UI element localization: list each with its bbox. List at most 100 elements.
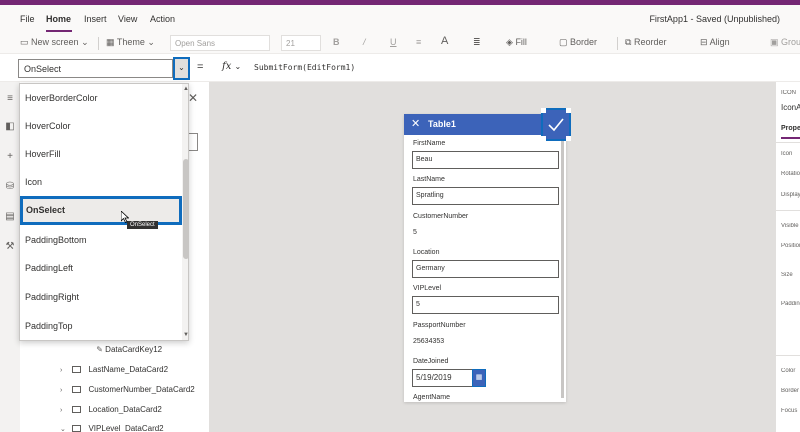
italic-icon[interactable]: /: [363, 37, 366, 47]
align-icon: ⊟: [700, 37, 708, 47]
formula-bar: OnSelect ⌄ = fx ⌄ SubmitForm(EditForm1): [0, 54, 800, 82]
formula-input[interactable]: SubmitForm(EditForm1): [254, 63, 355, 72]
font-size-select[interactable]: 21: [281, 35, 321, 51]
tab-properties[interactable]: Properties: [781, 125, 800, 132]
datejoined-picker[interactable]: 5/19/2019: [412, 369, 476, 387]
theme-icon: ▦: [106, 37, 115, 47]
control-name[interactable]: IconAccept: [781, 103, 800, 112]
property-select[interactable]: OnSelect: [18, 59, 173, 78]
property-option[interactable]: HoverFill: [20, 140, 182, 168]
resize-handle[interactable]: [541, 136, 546, 141]
property-option[interactable]: PaddingBottom: [20, 226, 182, 254]
property-option[interactable]: PaddingRight: [20, 283, 182, 311]
field-label-passportnumber: PassportNumber: [413, 322, 466, 329]
menu-home[interactable]: Home: [46, 14, 71, 24]
tree-item-datacardkey12[interactable]: ✎ DataCardKey12: [84, 345, 162, 354]
close-icon[interactable]: ✕: [188, 91, 198, 105]
tree-item-viplevel-datacard[interactable]: ⌄ VIPLevel_DataCard2: [60, 424, 164, 432]
strikethrough-icon[interactable]: ≡: [416, 37, 421, 47]
data-icon[interactable]: ⛁: [5, 182, 15, 192]
property-option[interactable]: PaddingLeft: [20, 254, 182, 282]
font-color-icon[interactable]: A: [441, 35, 448, 47]
scroll-up-icon[interactable]: ▲: [183, 86, 188, 92]
chevron-down-icon: ⌄: [147, 37, 155, 47]
property-option[interactable]: Icon: [20, 168, 182, 196]
reorder-button[interactable]: ⧉ Reorder: [625, 37, 666, 48]
resize-handle[interactable]: [566, 108, 571, 113]
tree-item-location-datacard[interactable]: › Location_DataCard2: [60, 405, 162, 414]
prop-row-focus: Focus: [781, 408, 798, 414]
property-option[interactable]: HoverColor: [20, 112, 182, 140]
text-align-icon[interactable]: ≣: [473, 37, 481, 48]
align-button[interactable]: ⊟ Align: [700, 37, 730, 48]
prop-row-icon: Icon: [781, 151, 793, 157]
prop-row-border: Border: [781, 388, 800, 394]
checkmark-icon: [548, 118, 564, 132]
property-option[interactable]: HoverBorderColor: [20, 84, 182, 112]
group-button[interactable]: ▣ Group: [770, 37, 800, 48]
menu-view[interactable]: View: [118, 14, 137, 24]
reorder-label: Reorder: [633, 37, 667, 47]
property-option-selected[interactable]: OnSelect: [20, 196, 182, 225]
firstname-input[interactable]: Beau: [412, 151, 559, 169]
chevron-right-icon[interactable]: ›: [60, 367, 70, 374]
toolbar-divider: [98, 37, 99, 50]
control-type-label: ICON: [781, 90, 796, 96]
prop-row-visible: Visible: [781, 223, 799, 229]
calendar-button[interactable]: ▦: [472, 369, 486, 387]
new-screen-button[interactable]: ▭ New screen ⌄: [20, 37, 89, 48]
font-family-select[interactable]: Open Sans: [170, 35, 270, 51]
border-icon: ▢: [559, 37, 568, 47]
tools-icon[interactable]: ⚒: [5, 242, 15, 252]
card-icon: [72, 366, 82, 373]
chevron-right-icon[interactable]: ›: [60, 407, 70, 414]
document-title: FirstApp1 - Saved (Unpublished): [649, 14, 780, 24]
tree-item-lastname-datacard[interactable]: › LastName_DataCard2: [60, 365, 168, 374]
chevron-down-icon[interactable]: ⌄: [60, 425, 70, 432]
tree-item-customernumber-datacard[interactable]: › CustomerNumber_DataCard2: [60, 385, 195, 394]
fx-button[interactable]: fx ⌄: [222, 61, 241, 72]
chevron-right-icon[interactable]: ›: [60, 387, 70, 394]
group-label: Group: [781, 37, 800, 47]
underline-icon[interactable]: U: [390, 37, 397, 47]
prop-row-color: Color: [781, 368, 796, 374]
border-button[interactable]: ▢ Border: [559, 37, 597, 48]
tree-item-label: VIPLevel_DataCard2: [88, 424, 164, 432]
field-label-viplevel: VIPLevel: [413, 285, 442, 292]
border-label: Border: [570, 37, 598, 47]
chevron-down-icon: ⌄: [234, 62, 242, 71]
submit-checkmark-button[interactable]: [541, 108, 571, 141]
menu-file[interactable]: File: [20, 14, 35, 24]
form-scrollbar[interactable]: [561, 138, 564, 398]
new-screen-label: New screen: [31, 37, 79, 47]
cancel-icon[interactable]: ✕: [411, 117, 420, 130]
resize-handle[interactable]: [566, 136, 571, 141]
bold-button[interactable]: B: [333, 37, 340, 47]
menu-insert[interactable]: Insert: [84, 14, 107, 24]
fill-button[interactable]: ◈ Fill: [506, 37, 527, 48]
field-label-datejoined: DateJoined: [413, 358, 449, 365]
property-option[interactable]: PaddingTop: [20, 312, 182, 340]
resize-handle[interactable]: [541, 108, 546, 113]
dropdown-scrollbar-thumb[interactable]: [183, 159, 188, 259]
mouse-pointer-icon: [121, 211, 129, 223]
calendar-icon: ▦: [475, 374, 483, 381]
left-rail: ≡ ◧ + ⛁ ▤ ⚒: [0, 82, 20, 432]
layers-icon[interactable]: ◧: [5, 122, 15, 132]
lastname-input[interactable]: Spratling: [412, 187, 559, 205]
location-input[interactable]: Germany: [412, 260, 559, 278]
menu-action[interactable]: Action: [150, 14, 175, 24]
media-icon[interactable]: ▤: [5, 212, 15, 222]
hamburger-menu-icon[interactable]: ≡: [5, 94, 15, 104]
equals-sign: =: [197, 61, 204, 73]
tree-item-label: CustomerNumber_DataCard2: [88, 385, 195, 394]
active-tab-indicator: [781, 137, 800, 139]
insert-plus-icon[interactable]: +: [5, 152, 15, 162]
panel-divider: [775, 210, 800, 211]
field-label-location: Location: [413, 249, 440, 256]
property-dropdown-button[interactable]: ⌄: [173, 57, 190, 80]
scroll-down-icon[interactable]: ▼: [183, 332, 188, 338]
prop-row-rotation: Rotation: [781, 171, 800, 177]
theme-button[interactable]: ▦ Theme ⌄: [106, 37, 155, 48]
viplevel-input[interactable]: 5: [412, 296, 559, 314]
